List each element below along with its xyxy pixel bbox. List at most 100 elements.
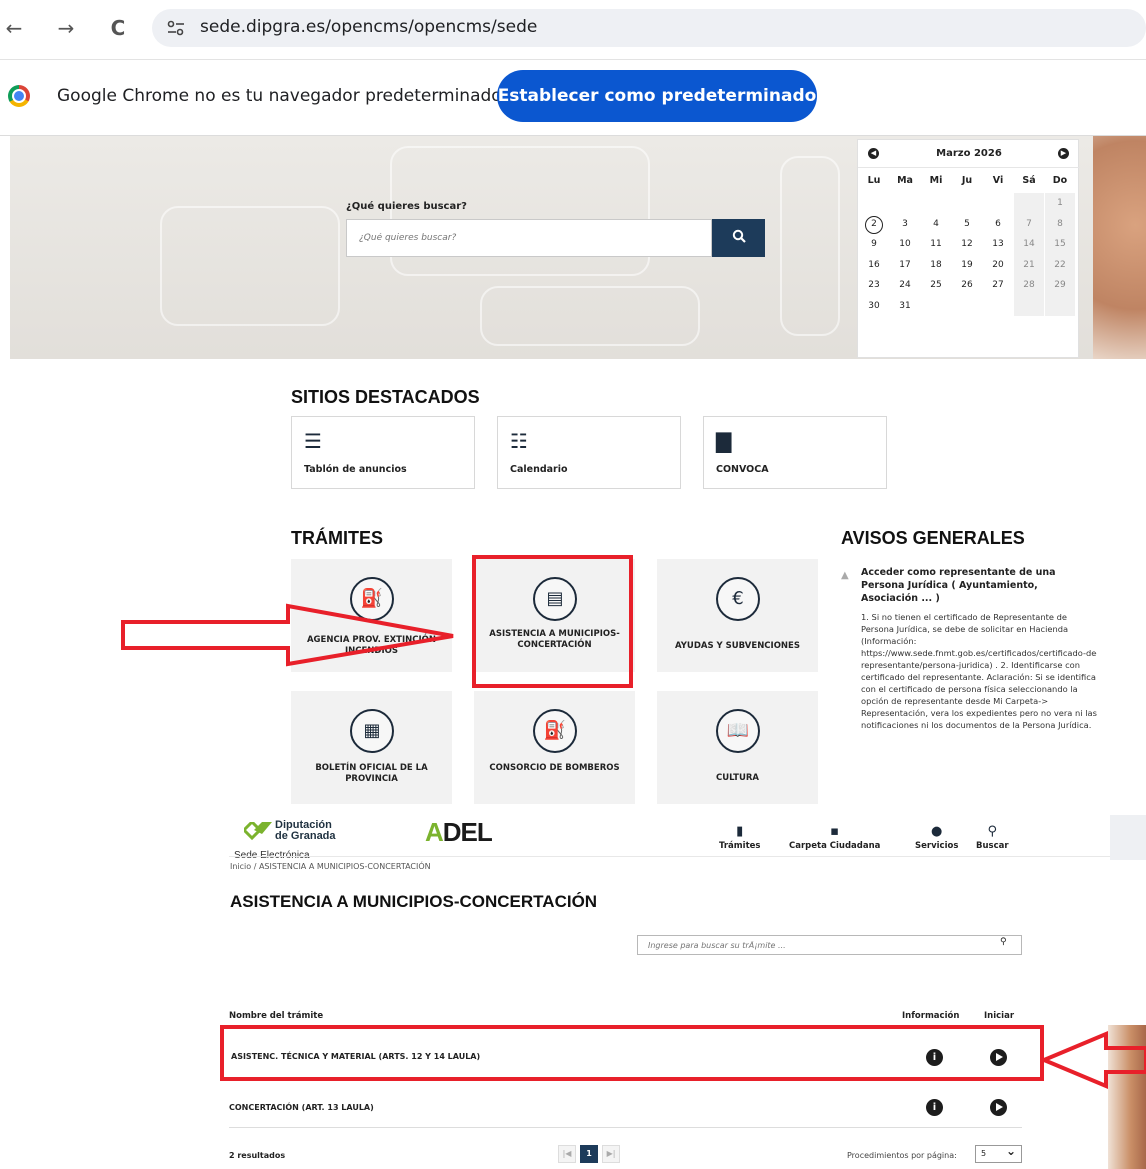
calendar-today[interactable]: 2 bbox=[865, 215, 883, 234]
tramite-name[interactable]: CONCERTACIÓN (ART. 13 LAULA) bbox=[229, 1103, 374, 1112]
column-header-start: Iniciar bbox=[984, 1011, 1015, 1021]
calendar-day[interactable]: 16 bbox=[859, 255, 889, 276]
calendar-day[interactable]: 20 bbox=[983, 255, 1013, 276]
calendar-day bbox=[890, 193, 920, 214]
calendar-day[interactable]: 17 bbox=[890, 255, 920, 276]
nav-buscar[interactable]: ⚲ Buscar bbox=[976, 824, 1009, 851]
list-icon: ☷ bbox=[510, 429, 528, 453]
calendar-day[interactable]: 30 bbox=[859, 296, 889, 317]
euro-icon: € bbox=[716, 577, 760, 621]
tramite-search-input[interactable] bbox=[637, 935, 1022, 955]
info-icon: ● bbox=[931, 824, 943, 839]
logo-line: de Granada bbox=[275, 830, 336, 842]
calendar-day[interactable]: 19 bbox=[952, 255, 982, 276]
open-book-icon: 📖 bbox=[716, 709, 760, 753]
aviso-title[interactable]: Acceder como representante de una Person… bbox=[861, 566, 1097, 605]
browser-toolbar: ← → C sede.dipgra.es/opencms/opencms/sed… bbox=[0, 0, 1146, 60]
forward-icon[interactable]: → bbox=[52, 14, 80, 42]
sitio-label: Tablón de anuncios bbox=[304, 464, 407, 475]
first-page-button[interactable]: |◀ bbox=[558, 1145, 576, 1163]
results-count: 2 resultados bbox=[229, 1151, 286, 1160]
calendar-day[interactable]: 13 bbox=[983, 234, 1013, 255]
nav-carpeta-ciudadana[interactable]: ▪ Carpeta Ciudadana bbox=[789, 824, 880, 851]
tramite-card[interactable]: € AYUDAS Y SUBVENCIONES bbox=[657, 559, 818, 672]
column-header-info: Información bbox=[902, 1011, 960, 1021]
tramite-label: CONSORCIO DE BOMBEROS bbox=[489, 763, 620, 773]
info-icon[interactable]: i bbox=[926, 1099, 943, 1116]
nav-servicios[interactable]: ● Servicios bbox=[915, 824, 958, 851]
sitio-label: CONVOCA bbox=[716, 464, 769, 475]
search-button[interactable] bbox=[712, 219, 765, 257]
sitios-title: SITIOS DESTACADOS bbox=[291, 387, 480, 407]
tramite-card[interactable]: ⛽ CONSORCIO DE BOMBEROS bbox=[474, 691, 635, 804]
calendar-day[interactable]: 11 bbox=[921, 234, 951, 255]
calendar-day bbox=[859, 193, 889, 214]
calendar-day[interactable]: 12 bbox=[952, 234, 982, 255]
calendar-weekday: Ma bbox=[897, 175, 913, 186]
calendar-day[interactable]: 25 bbox=[921, 275, 951, 296]
last-page-button[interactable]: ▶| bbox=[602, 1145, 620, 1163]
page-1-button[interactable]: 1 bbox=[580, 1145, 598, 1163]
set-default-button[interactable]: Establecer como predeterminado bbox=[497, 70, 817, 122]
calendar-day[interactable]: 7 bbox=[1014, 213, 1044, 234]
calendar-day[interactable]: 6 bbox=[983, 214, 1013, 235]
calendar-day[interactable]: 9 bbox=[859, 234, 889, 255]
per-page-select[interactable]: 5 bbox=[975, 1143, 1022, 1163]
list-alt-icon: ☰ bbox=[304, 429, 322, 453]
sitio-card[interactable]: ☷ Calendario bbox=[497, 416, 681, 489]
calendar-weekday: Do bbox=[1052, 175, 1068, 186]
tramite-card[interactable]: ▦ BOLETÍN OFICIAL DE LA PROVINCIA bbox=[291, 691, 452, 804]
calendar-day[interactable]: 28 bbox=[1014, 275, 1044, 296]
diputacion-logo-text[interactable]: Diputación de Granada bbox=[275, 820, 336, 842]
search-icon bbox=[732, 229, 746, 243]
back-icon[interactable]: ← bbox=[0, 14, 28, 42]
calendar-day[interactable]: 27 bbox=[983, 275, 1013, 296]
search-input[interactable] bbox=[346, 219, 712, 257]
search-icon[interactable]: ⚲ bbox=[1000, 937, 1007, 947]
calendar-day[interactable]: 24 bbox=[890, 275, 920, 296]
adel-logo[interactable]: ADEL bbox=[425, 817, 493, 848]
calendar-day[interactable]: 23 bbox=[859, 275, 889, 296]
url-text[interactable]: sede.dipgra.es/opencms/opencms/sede bbox=[200, 17, 537, 37]
tramite-label: BOLETÍN OFICIAL DE LA PROVINCIA bbox=[315, 763, 428, 784]
sitio-card[interactable]: ▇ CONVOCA bbox=[703, 416, 887, 489]
address-bar[interactable]: sede.dipgra.es/opencms/opencms/sede bbox=[152, 9, 1146, 47]
nav-label: Carpeta Ciudadana bbox=[789, 841, 881, 851]
calendar-day[interactable]: 21 bbox=[1014, 254, 1044, 275]
calendar-day[interactable]: 18 bbox=[921, 255, 951, 276]
calendar-day[interactable]: 10 bbox=[890, 234, 920, 255]
calendar-day[interactable]: 8 bbox=[1045, 213, 1075, 234]
reload-icon[interactable]: C bbox=[104, 14, 132, 42]
calendar-day[interactable]: 31 bbox=[890, 296, 920, 317]
calendar-day[interactable]: 26 bbox=[952, 275, 982, 296]
default-browser-infobar: Google Chrome no es tu navegador predete… bbox=[0, 60, 1146, 136]
tramite-label: AYUDAS Y SUBVENCIONES bbox=[675, 641, 800, 651]
calendar-day[interactable]: 14 bbox=[1014, 234, 1044, 255]
infobar-message: Google Chrome no es tu navegador predete… bbox=[57, 86, 502, 106]
calendar-day[interactable]: 29 bbox=[1045, 275, 1075, 296]
calendar-day[interactable]: 2 bbox=[859, 214, 889, 235]
calendar-widget: ◀ Marzo 2026 ▶ Lu Ma Mi Ju Vi Sá Do 1 2 3 4 5 6 7 8 9 10… bbox=[857, 139, 1080, 358]
calendar-day[interactable]: 15 bbox=[1045, 234, 1075, 255]
play-icon[interactable] bbox=[990, 1099, 1007, 1116]
next-month-icon[interactable]: ▶ bbox=[1058, 148, 1069, 159]
calendar-day bbox=[921, 193, 951, 214]
file-icon: ▇ bbox=[716, 429, 732, 453]
calendar-month: Marzo 2026 bbox=[936, 148, 1002, 159]
search-label: ¿Qué quieres buscar? bbox=[346, 201, 467, 212]
tramite-label: CULTURA bbox=[716, 773, 759, 783]
calendar-day bbox=[952, 296, 982, 317]
per-page-label: Procedimientos por página: bbox=[847, 1151, 957, 1160]
nav-tramites[interactable]: ▮ Trámites bbox=[719, 824, 760, 851]
site-settings-icon[interactable] bbox=[166, 19, 186, 37]
chrome-logo-icon bbox=[8, 85, 30, 107]
calendar-day[interactable]: 4 bbox=[921, 214, 951, 235]
sitio-card[interactable]: ☰ Tablón de anuncios bbox=[291, 416, 475, 489]
breadcrumb[interactable]: Inicio / ASISTENCIA A MUNICIPIOS-CONCERT… bbox=[230, 862, 431, 871]
calendar-day[interactable]: 22 bbox=[1045, 254, 1075, 275]
calendar-day[interactable]: 3 bbox=[890, 214, 920, 235]
calendar-day bbox=[952, 193, 982, 214]
calendar-day[interactable]: 1 bbox=[1045, 193, 1075, 214]
tramite-card[interactable]: 📖 CULTURA bbox=[657, 691, 818, 804]
calendar-day[interactable]: 5 bbox=[952, 214, 982, 235]
